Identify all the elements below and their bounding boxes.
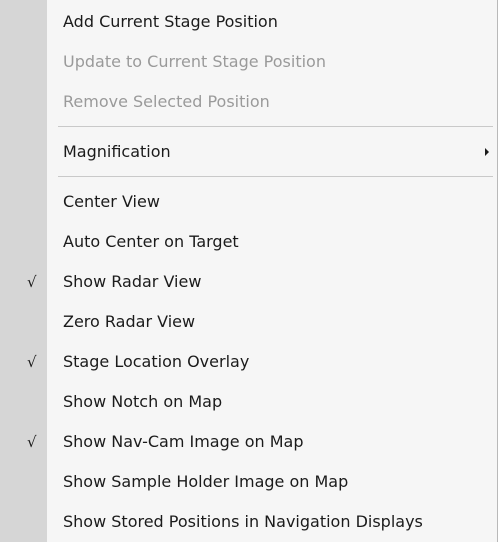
- menu-item-center-view[interactable]: Center View: [0, 182, 497, 222]
- menu-item-label: Remove Selected Position: [63, 92, 270, 111]
- menu-item-label: Update to Current Stage Position: [63, 52, 326, 71]
- menu-item-show-sample-holder-image-on-map[interactable]: Show Sample Holder Image on Map: [0, 462, 497, 502]
- menu-item-magnification[interactable]: Magnification: [0, 132, 497, 172]
- menu-separator: [0, 122, 497, 132]
- menu-item-show-stored-positions-in-navigation-displays[interactable]: Show Stored Positions in Navigation Disp…: [0, 502, 497, 542]
- menu-item-auto-center-on-target[interactable]: Auto Center on Target: [0, 222, 497, 262]
- menu-item-stage-location-overlay[interactable]: √ Stage Location Overlay: [0, 342, 497, 382]
- menu-item-show-radar-view[interactable]: √ Show Radar View: [0, 262, 497, 302]
- menu-item-label: Add Current Stage Position: [63, 12, 278, 31]
- menu-item-add-current-stage-position[interactable]: Add Current Stage Position: [0, 2, 497, 42]
- menu-item-label: Show Notch on Map: [63, 392, 223, 411]
- checkmark-icon: √: [27, 273, 37, 291]
- checkmark-icon: √: [27, 433, 37, 451]
- menu-item-zero-radar-view[interactable]: Zero Radar View: [0, 302, 497, 342]
- menu-item-remove-selected-position[interactable]: Remove Selected Position: [0, 82, 497, 122]
- menu-separator: [0, 172, 497, 182]
- checkmark-icon: √: [27, 353, 37, 371]
- menu-item-update-to-current-stage-position[interactable]: Update to Current Stage Position: [0, 42, 497, 82]
- menu-item-label: Center View: [63, 192, 160, 211]
- menu-item-label: Magnification: [63, 142, 171, 161]
- menu-item-label: Show Radar View: [63, 272, 202, 291]
- menu-item-show-nav-cam-image-on-map[interactable]: √ Show Nav-Cam Image on Map: [0, 422, 497, 462]
- menu-item-label: Auto Center on Target: [63, 232, 239, 251]
- context-menu: Add Current Stage Position Update to Cur…: [0, 0, 498, 542]
- menu-item-label: Zero Radar View: [63, 312, 196, 331]
- menu-item-label: Stage Location Overlay: [63, 352, 250, 371]
- menu-item-label: Show Sample Holder Image on Map: [63, 472, 349, 491]
- menu-item-show-notch-on-map[interactable]: Show Notch on Map: [0, 382, 497, 422]
- submenu-arrow-icon: [485, 148, 489, 156]
- menu-item-label: Show Nav-Cam Image on Map: [63, 432, 304, 451]
- menu-item-label: Show Stored Positions in Navigation Disp…: [63, 512, 423, 531]
